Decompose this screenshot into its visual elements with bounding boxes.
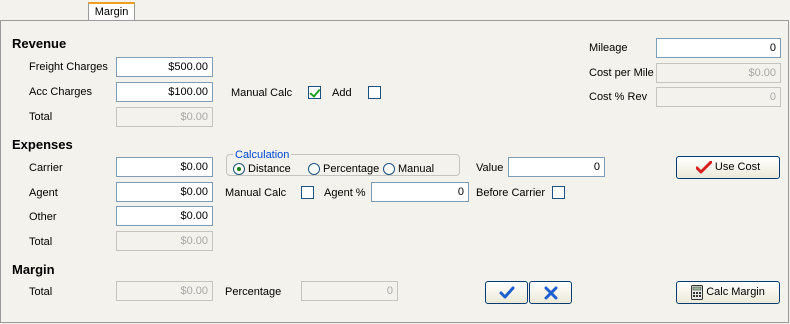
value-label: Value <box>476 162 504 174</box>
other-input[interactable]: $0.00 <box>116 206 213 226</box>
margin-total-label: Total <box>29 286 53 298</box>
expenses-total-label: Total <box>29 236 53 248</box>
margin-percentage-input: 0 <box>301 281 398 301</box>
calculation-group-label: Calculation <box>233 149 292 161</box>
expenses-heading: Expenses <box>12 137 73 152</box>
margin-heading: Margin <box>12 262 55 277</box>
cost-per-mile-input: $0.00 <box>656 63 781 83</box>
acc-charges-input[interactable]: $100.00 <box>116 82 213 102</box>
cost-per-mile-label: Cost per Mile <box>589 67 654 79</box>
add-label: Add <box>332 87 352 99</box>
calc-margin-label: Calc Margin <box>706 286 765 298</box>
use-cost-label: Use Cost <box>714 161 761 173</box>
acc-charges-label: Acc Charges <box>29 86 92 98</box>
value-input[interactable]: 0 <box>508 157 605 177</box>
before-carrier-label: Before Carrier <box>476 187 546 199</box>
calc-percentage-label: Percentage <box>323 163 380 175</box>
carrier-input[interactable]: $0.00 <box>116 157 213 177</box>
revenue-total-input: $0.00 <box>116 107 213 127</box>
revenue-total-label: Total <box>29 111 53 123</box>
before-carrier-checkbox[interactable] <box>552 186 565 199</box>
agent-label: Agent <box>29 187 58 199</box>
check-icon <box>499 286 514 299</box>
close-icon <box>544 286 557 300</box>
expenses-manual-calc-checkbox[interactable] <box>301 186 314 199</box>
calc-manual-label: Manual <box>398 163 435 175</box>
calculator-icon <box>691 285 704 300</box>
cost-rev-input: 0 <box>656 87 781 107</box>
other-label: Other <box>29 211 57 223</box>
checkmark-icon <box>695 160 712 173</box>
calc-manual-radio[interactable] <box>383 163 395 175</box>
agent-input[interactable]: $0.00 <box>116 182 213 202</box>
freight-charges-label: Freight Charges <box>29 61 108 73</box>
agent-pct-label: Agent % <box>324 187 366 199</box>
calc-margin-button[interactable]: Calc Margin <box>676 281 780 304</box>
carrier-label: Carrier <box>29 162 63 174</box>
cancel-button[interactable] <box>529 281 572 304</box>
agent-pct-input[interactable]: 0 <box>371 182 469 202</box>
tab-margin[interactable]: Margin <box>88 2 135 20</box>
expenses-total-input: $0.00 <box>116 231 213 251</box>
revenue-manual-calc-checkbox[interactable] <box>308 86 321 99</box>
calc-distance-radio[interactable] <box>233 163 245 175</box>
mileage-input[interactable]: 0 <box>656 38 781 58</box>
calc-percentage-radio[interactable] <box>308 163 320 175</box>
calc-distance-label: Distance <box>248 163 291 175</box>
revenue-heading: Revenue <box>12 36 67 51</box>
margin-percentage-label: Percentage <box>225 286 282 298</box>
add-checkbox[interactable] <box>368 86 381 99</box>
mileage-label: Mileage <box>589 42 628 54</box>
freight-charges-input[interactable]: $500.00 <box>116 57 213 77</box>
use-cost-button[interactable]: Use Cost <box>676 156 780 179</box>
revenue-manual-calc-label: Manual Calc <box>231 87 293 99</box>
margin-total-input: $0.00 <box>116 281 213 301</box>
expenses-manual-calc-label: Manual Calc <box>225 187 287 199</box>
accept-button[interactable] <box>485 281 528 304</box>
cost-rev-label: Cost % Rev <box>589 91 648 103</box>
